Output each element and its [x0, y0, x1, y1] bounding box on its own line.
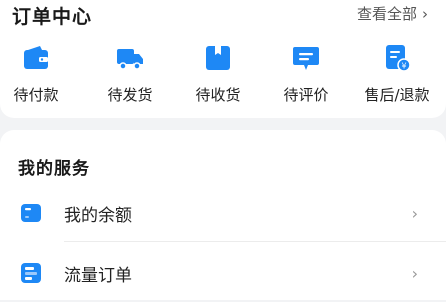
- service-item-label: 流量订单: [64, 265, 132, 286]
- chevron-right-icon: ›: [422, 4, 428, 23]
- order-status-row: 待付款 待发货 待收货 待评价 ¥ 售后/退款: [0, 44, 446, 104]
- order-center-title: 订单中心: [12, 6, 93, 28]
- my-services-title: 我的服务: [18, 159, 90, 179]
- truck-icon: [117, 49, 143, 70]
- chevron-right-icon: ›: [411, 263, 418, 283]
- service-item-data-orders[interactable]: 流量订单 ›: [0, 244, 446, 302]
- order-item-label: 待收货: [195, 86, 241, 104]
- view-all-orders-link[interactable]: 查看全部 ›: [357, 3, 428, 24]
- refund-icon: ¥: [386, 45, 411, 72]
- order-item-label: 待发货: [107, 86, 153, 104]
- order-item-label: 待评价: [283, 86, 329, 104]
- svg-text:¥: ¥: [401, 62, 406, 71]
- order-item-label: 售后/退款: [364, 86, 430, 104]
- divider: [64, 241, 446, 242]
- order-item-label: 待付款: [13, 86, 59, 104]
- order-item-pending-review[interactable]: 待评价: [266, 44, 346, 105]
- order-item-pending-shipment[interactable]: 待发货: [90, 44, 170, 105]
- data-order-icon: [21, 263, 41, 283]
- wallet-icon: [24, 46, 48, 69]
- my-services-card: 我的服务 我的余额 › 流量订单 ›: [0, 130, 446, 300]
- order-item-pending-payment[interactable]: 待付款: [0, 44, 76, 105]
- order-center-card: 订单中心 查看全部 › 待付款 待发货 待收货 待评价 ¥ 售后/退款: [0, 0, 446, 118]
- comment-icon: [293, 47, 319, 70]
- chevron-right-icon: ›: [411, 203, 418, 223]
- view-all-label: 查看全部: [356, 5, 417, 23]
- order-item-pending-receipt[interactable]: 待收货: [178, 44, 258, 105]
- package-icon: [206, 46, 230, 70]
- service-item-my-balance[interactable]: 我的余额 ›: [0, 184, 446, 242]
- service-item-label: 我的余额: [64, 205, 132, 226]
- order-item-after-sales-refund[interactable]: ¥ 售后/退款: [356, 44, 438, 105]
- balance-card-icon: [21, 204, 41, 222]
